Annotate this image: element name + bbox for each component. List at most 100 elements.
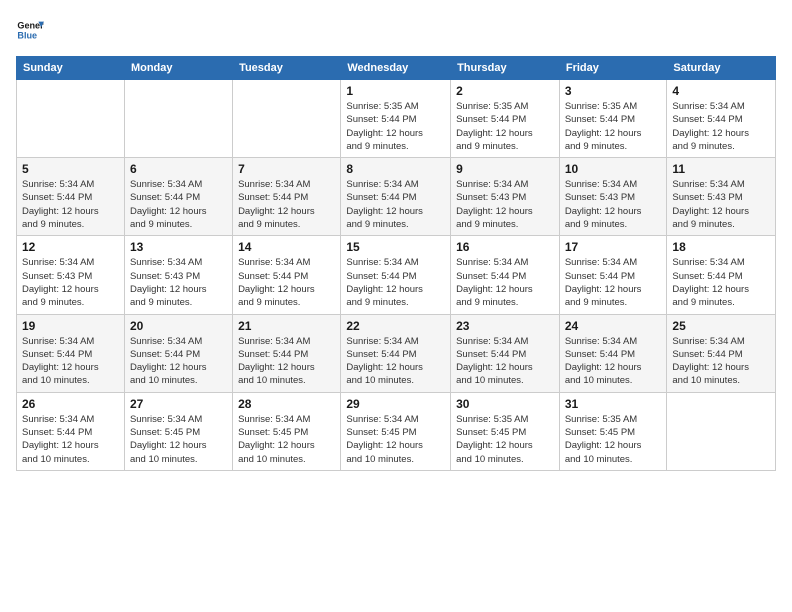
- calendar-week-row: 5Sunrise: 5:34 AM Sunset: 5:44 PM Daylig…: [17, 158, 776, 236]
- calendar-cell: 17 Sunrise: 5:34 AM Sunset: 5:44 PM Dayli…: [559, 236, 667, 314]
- calendar-cell: 13 Sunrise: 5:34 AM Sunset: 5:43 PM Dayli…: [124, 236, 232, 314]
- day-number: 20: [130, 319, 227, 333]
- page: General Blue SundayMondayTuesdayWednesda…: [0, 0, 792, 612]
- day-info: Sunrise: 5:34 AM Sunset: 5:44 PM Dayligh…: [22, 413, 119, 466]
- day-info: Sunrise: 5:34 AM Sunset: 5:44 PM Dayligh…: [346, 335, 445, 388]
- day-number: 16: [456, 240, 554, 254]
- day-number: 28: [238, 397, 335, 411]
- calendar-cell: [667, 392, 776, 470]
- calendar-cell: 23Sunrise: 5:34 AM Sunset: 5:44 PM Dayli…: [451, 314, 560, 392]
- day-number: 6: [130, 162, 227, 176]
- day-info: Sunrise: 5:34 AM Sunset: 5:44 PM Dayligh…: [565, 335, 662, 388]
- calendar-cell: 18Sunrise: 5:34 AM Sunset: 5:44 PM Dayli…: [667, 236, 776, 314]
- day-info: Sunrise: 5:34 AM Sunset: 5:45 PM Dayligh…: [130, 413, 227, 466]
- calendar-cell: [124, 80, 232, 158]
- calendar-cell: [17, 80, 125, 158]
- day-info: Sunrise: 5:34 AM Sunset: 5:43 PM Dayligh…: [456, 178, 554, 231]
- calendar-cell: 16 Sunrise: 5:34 AM Sunset: 5:44 PM Dayli…: [451, 236, 560, 314]
- day-info: Sunrise: 5:34 AM Sunset: 5:43 PM Dayligh…: [565, 178, 662, 231]
- day-number: 26: [22, 397, 119, 411]
- day-info: Sunrise: 5:34 AM Sunset: 5:45 PM Dayligh…: [346, 413, 445, 466]
- calendar-cell: 29 Sunrise: 5:34 AM Sunset: 5:45 PM Dayli…: [341, 392, 451, 470]
- calendar-week-row: 1 Sunrise: 5:35 AM Sunset: 5:44 PM Daylig…: [17, 80, 776, 158]
- day-number: 21: [238, 319, 335, 333]
- weekday-header-saturday: Saturday: [667, 57, 776, 80]
- calendar-cell: [233, 80, 341, 158]
- calendar-cell: 24 Sunrise: 5:34 AM Sunset: 5:44 PM Dayli…: [559, 314, 667, 392]
- calendar-cell: 2 Sunrise: 5:35 AM Sunset: 5:44 PM Daylig…: [451, 80, 560, 158]
- day-number: 4: [672, 84, 770, 98]
- day-number: 10: [565, 162, 662, 176]
- day-number: 8: [346, 162, 445, 176]
- calendar-cell: 12 Sunrise: 5:34 AM Sunset: 5:43 PM Dayli…: [17, 236, 125, 314]
- calendar-cell: 3 Sunrise: 5:35 AM Sunset: 5:44 PM Daylig…: [559, 80, 667, 158]
- day-number: 1: [346, 84, 445, 98]
- calendar-week-row: 12 Sunrise: 5:34 AM Sunset: 5:43 PM Dayli…: [17, 236, 776, 314]
- day-info: Sunrise: 5:35 AM Sunset: 5:45 PM Dayligh…: [456, 413, 554, 466]
- calendar-cell: 8 Sunrise: 5:34 AM Sunset: 5:44 PM Daylig…: [341, 158, 451, 236]
- calendar-cell: 27 Sunrise: 5:34 AM Sunset: 5:45 PM Dayli…: [124, 392, 232, 470]
- calendar-cell: 11 Sunrise: 5:34 AM Sunset: 5:43 PM Dayli…: [667, 158, 776, 236]
- calendar-cell: 7Sunrise: 5:34 AM Sunset: 5:44 PM Daylig…: [233, 158, 341, 236]
- day-info: Sunrise: 5:34 AM Sunset: 5:43 PM Dayligh…: [130, 256, 227, 309]
- calendar-table: SundayMondayTuesdayWednesdayThursdayFrid…: [16, 56, 776, 471]
- day-info: Sunrise: 5:34 AM Sunset: 5:44 PM Dayligh…: [456, 335, 554, 388]
- day-info: Sunrise: 5:34 AM Sunset: 5:44 PM Dayligh…: [130, 335, 227, 388]
- day-info: Sunrise: 5:34 AM Sunset: 5:44 PM Dayligh…: [672, 100, 770, 153]
- calendar-cell: 15 Sunrise: 5:34 AM Sunset: 5:44 PM Dayli…: [341, 236, 451, 314]
- calendar-cell: 10 Sunrise: 5:34 AM Sunset: 5:43 PM Dayli…: [559, 158, 667, 236]
- header: General Blue: [16, 16, 776, 44]
- weekday-header-row: SundayMondayTuesdayWednesdayThursdayFrid…: [17, 57, 776, 80]
- svg-text:Blue: Blue: [17, 30, 37, 40]
- calendar-cell: 6 Sunrise: 5:34 AM Sunset: 5:44 PM Daylig…: [124, 158, 232, 236]
- day-info: Sunrise: 5:35 AM Sunset: 5:45 PM Dayligh…: [565, 413, 662, 466]
- day-number: 13: [130, 240, 227, 254]
- day-info: Sunrise: 5:35 AM Sunset: 5:44 PM Dayligh…: [346, 100, 445, 153]
- day-number: 31: [565, 397, 662, 411]
- day-number: 2: [456, 84, 554, 98]
- day-info: Sunrise: 5:34 AM Sunset: 5:44 PM Dayligh…: [22, 335, 119, 388]
- day-number: 17: [565, 240, 662, 254]
- calendar-cell: 25Sunrise: 5:34 AM Sunset: 5:44 PM Dayli…: [667, 314, 776, 392]
- day-number: 27: [130, 397, 227, 411]
- day-info: Sunrise: 5:34 AM Sunset: 5:44 PM Dayligh…: [456, 256, 554, 309]
- day-info: Sunrise: 5:34 AM Sunset: 5:43 PM Dayligh…: [22, 256, 119, 309]
- day-info: Sunrise: 5:35 AM Sunset: 5:44 PM Dayligh…: [456, 100, 554, 153]
- calendar-week-row: 26 Sunrise: 5:34 AM Sunset: 5:44 PM Dayli…: [17, 392, 776, 470]
- calendar-cell: 19Sunrise: 5:34 AM Sunset: 5:44 PM Dayli…: [17, 314, 125, 392]
- day-number: 30: [456, 397, 554, 411]
- calendar-cell: 20 Sunrise: 5:34 AM Sunset: 5:44 PM Dayli…: [124, 314, 232, 392]
- day-number: 29: [346, 397, 445, 411]
- calendar-cell: 26 Sunrise: 5:34 AM Sunset: 5:44 PM Dayli…: [17, 392, 125, 470]
- calendar-cell: 30 Sunrise: 5:35 AM Sunset: 5:45 PM Dayli…: [451, 392, 560, 470]
- day-number: 3: [565, 84, 662, 98]
- logo: General Blue: [16, 16, 48, 44]
- day-number: 11: [672, 162, 770, 176]
- day-info: Sunrise: 5:34 AM Sunset: 5:44 PM Dayligh…: [130, 178, 227, 231]
- weekday-header-sunday: Sunday: [17, 57, 125, 80]
- day-info: Sunrise: 5:34 AM Sunset: 5:44 PM Dayligh…: [346, 256, 445, 309]
- weekday-header-thursday: Thursday: [451, 57, 560, 80]
- day-info: Sunrise: 5:34 AM Sunset: 5:44 PM Dayligh…: [238, 256, 335, 309]
- calendar-cell: 21 Sunrise: 5:34 AM Sunset: 5:44 PM Dayli…: [233, 314, 341, 392]
- day-info: Sunrise: 5:34 AM Sunset: 5:44 PM Dayligh…: [672, 335, 770, 388]
- day-number: 12: [22, 240, 119, 254]
- weekday-header-friday: Friday: [559, 57, 667, 80]
- day-number: 9: [456, 162, 554, 176]
- day-number: 15: [346, 240, 445, 254]
- calendar-cell: 31 Sunrise: 5:35 AM Sunset: 5:45 PM Dayli…: [559, 392, 667, 470]
- calendar-cell: 5Sunrise: 5:34 AM Sunset: 5:44 PM Daylig…: [17, 158, 125, 236]
- day-info: Sunrise: 5:34 AM Sunset: 5:44 PM Dayligh…: [346, 178, 445, 231]
- day-number: 22: [346, 319, 445, 333]
- day-info: Sunrise: 5:35 AM Sunset: 5:44 PM Dayligh…: [565, 100, 662, 153]
- calendar-cell: 4 Sunrise: 5:34 AM Sunset: 5:44 PM Daylig…: [667, 80, 776, 158]
- weekday-header-wednesday: Wednesday: [341, 57, 451, 80]
- day-info: Sunrise: 5:34 AM Sunset: 5:43 PM Dayligh…: [672, 178, 770, 231]
- day-info: Sunrise: 5:34 AM Sunset: 5:44 PM Dayligh…: [238, 335, 335, 388]
- calendar-cell: 9 Sunrise: 5:34 AM Sunset: 5:43 PM Daylig…: [451, 158, 560, 236]
- day-number: 24: [565, 319, 662, 333]
- day-info: Sunrise: 5:34 AM Sunset: 5:44 PM Dayligh…: [238, 178, 335, 231]
- weekday-header-monday: Monday: [124, 57, 232, 80]
- calendar-cell: 22 Sunrise: 5:34 AM Sunset: 5:44 PM Dayli…: [341, 314, 451, 392]
- day-info: Sunrise: 5:34 AM Sunset: 5:44 PM Dayligh…: [565, 256, 662, 309]
